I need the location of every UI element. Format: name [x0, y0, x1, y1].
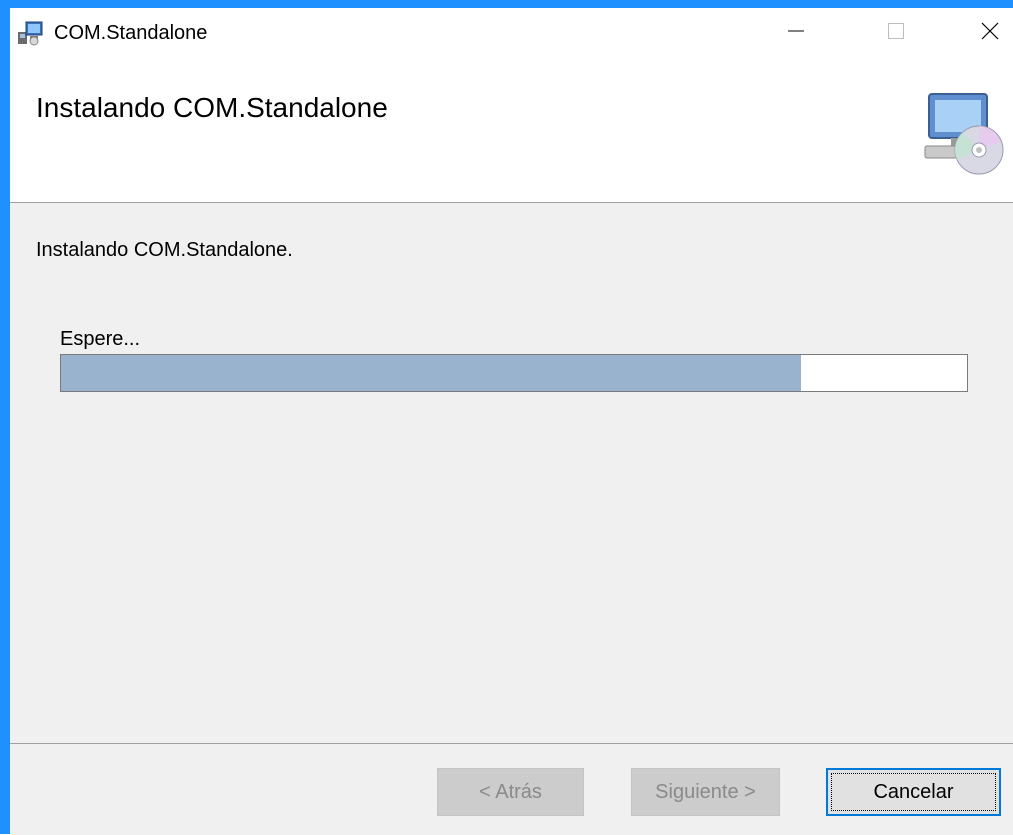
close-icon	[981, 22, 999, 40]
content-panel: Instalando COM.Standalone. Espere...	[10, 203, 1013, 743]
page-title: Instalando COM.Standalone	[36, 92, 388, 123]
header-banner: Instalando COM.Standalone	[10, 66, 1013, 203]
back-button-label: < Atrás	[479, 780, 542, 803]
cancel-button[interactable]: Cancelar	[826, 768, 1001, 816]
minimize-button[interactable]	[773, 8, 819, 54]
installer-computer-disc-icon	[924, 93, 1004, 175]
wait-label: Espere...	[60, 328, 141, 350]
window-title: COM.Standalone	[54, 22, 208, 44]
minimize-icon	[788, 30, 804, 32]
next-button-label: Siguiente >	[655, 780, 756, 803]
status-text: Instalando COM.Standalone.	[36, 239, 293, 261]
back-button[interactable]: < Atrás	[437, 768, 584, 816]
title-bar[interactable]: COM.Standalone	[10, 8, 1013, 66]
cancel-button-label: Cancelar	[873, 780, 954, 803]
footer-bar: < Atrás Siguiente > Cancelar	[10, 743, 1013, 835]
next-button[interactable]: Siguiente >	[631, 768, 780, 816]
maximize-icon	[888, 23, 904, 39]
close-button[interactable]	[967, 8, 1013, 54]
installer-app-icon	[18, 21, 43, 46]
maximize-button	[873, 8, 919, 54]
progress-fill	[61, 355, 802, 391]
progress-bar	[60, 354, 968, 392]
